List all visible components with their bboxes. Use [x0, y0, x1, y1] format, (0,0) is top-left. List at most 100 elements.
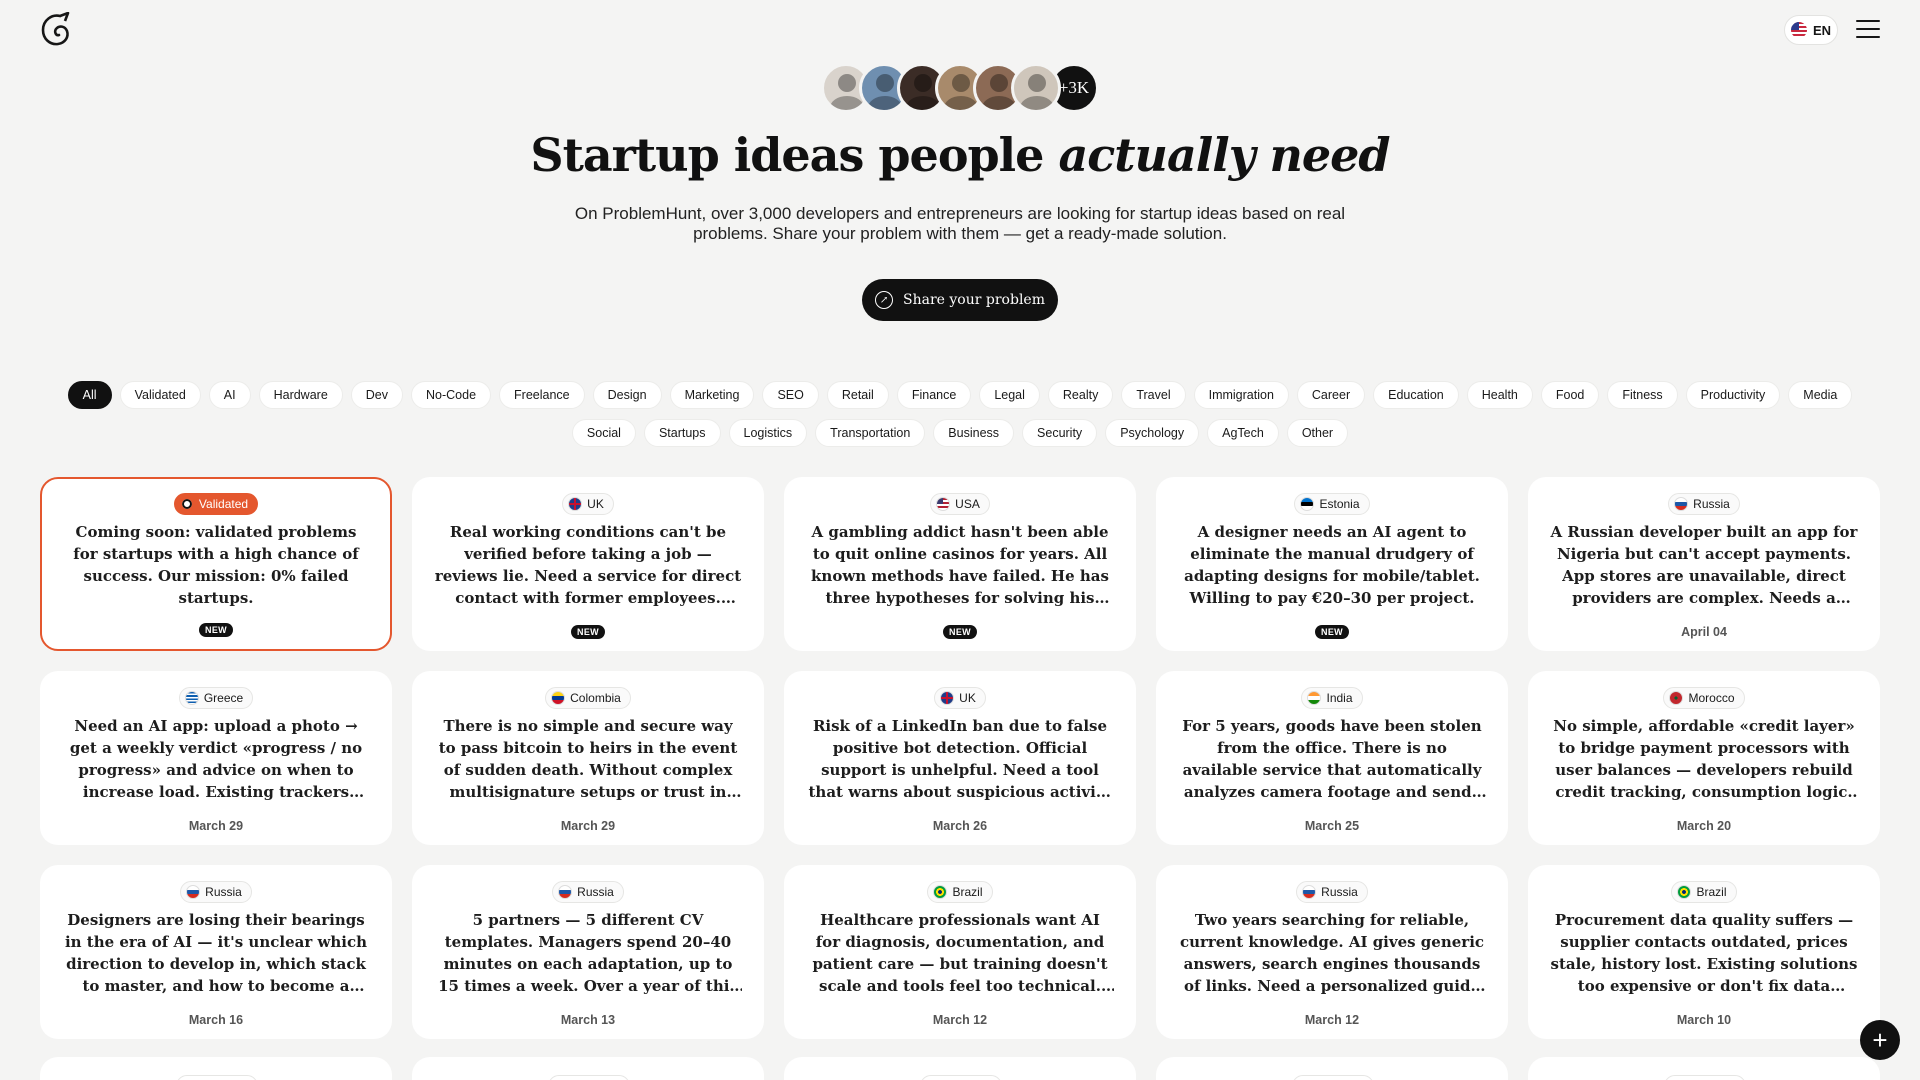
problem-card[interactable]: UK Real working conditions can't be verif… [412, 477, 764, 651]
category-chip-seo[interactable]: SEO [762, 381, 819, 409]
category-chip-travel[interactable]: Travel [1121, 381, 1186, 409]
problem-card[interactable]: Colombia There is no simple and secure wa… [412, 671, 764, 845]
category-chip-immigration[interactable]: Immigration [1193, 381, 1289, 409]
uk-flag-icon [568, 497, 583, 511]
category-chip-health[interactable]: Health [1466, 381, 1533, 409]
category-chip-validated[interactable]: Validated [119, 381, 201, 409]
us-flag-icon [1790, 22, 1807, 38]
country-badge: Colombia [545, 687, 631, 709]
problem-summary: Real working conditions can't be verifie… [434, 523, 742, 607]
category-chip-career[interactable]: Career [1296, 381, 1366, 409]
problem-card[interactable]: Brazil Procurement data quality suffers —… [1528, 865, 1880, 1039]
country-badge: Russia [1296, 881, 1368, 903]
category-chip-finance[interactable]: Finance [896, 381, 972, 409]
category-chip-freelance[interactable]: Freelance [499, 381, 585, 409]
problem-card[interactable]: UK Risk of a LinkedIn ban due to false po… [784, 671, 1136, 845]
uk-flag-icon [940, 691, 955, 705]
problem-card[interactable]: India For 5 years, goods have been stolen… [1156, 671, 1508, 845]
category-chip-all[interactable]: All [67, 381, 112, 409]
category-chip-marketing[interactable]: Marketing [669, 381, 755, 409]
category-chip-ai[interactable]: AI [208, 381, 251, 409]
category-chip-social[interactable]: Social [571, 419, 636, 447]
country-label: Colombia [570, 691, 621, 705]
share-problem-button[interactable]: ↗ Share your problem [862, 279, 1058, 321]
language-label: EN [1812, 22, 1832, 38]
problem-card[interactable]: Brazil Healthcare professionals want AI f… [784, 865, 1136, 1039]
russia-flag-icon [1674, 497, 1689, 511]
language-selector[interactable]: EN [1784, 15, 1838, 45]
logo-icon [179, 497, 194, 511]
problem-card[interactable]: Russia Designers are losing their bearing… [40, 865, 392, 1039]
morocco-flag-icon [1669, 691, 1684, 705]
top-bar: EN [0, 0, 1920, 64]
category-chip-realty[interactable]: Realty [1047, 381, 1114, 409]
category-chip-startups[interactable]: Startups [643, 419, 721, 447]
country-label: Greece [203, 691, 244, 705]
category-chip-legal[interactable]: Legal [979, 381, 1040, 409]
problem-summary: Need an AI app: upload a photo → get a w… [69, 717, 363, 801]
community-avatars: +3K [821, 63, 1099, 113]
problem-summary: Coming soon: validated problems for star… [73, 523, 359, 607]
hamburger-menu-icon[interactable] [1856, 20, 1880, 40]
country-label: Brazil [1696, 885, 1727, 899]
country-badge: Greece [178, 687, 254, 709]
category-chip-fitness[interactable]: Fitness [1607, 381, 1678, 409]
usa-flag-icon [936, 497, 951, 511]
country-badge: Russia [1668, 493, 1740, 515]
problem-card[interactable]: Russia 5 partners — 5 different CV templa… [412, 865, 764, 1039]
category-chip-productivity[interactable]: Productivity [1685, 381, 1781, 409]
country-label: USA [955, 497, 980, 511]
problem-summary: No simple, affordable «credit layer» to … [1553, 717, 1855, 801]
russia-flag-icon [1302, 885, 1317, 899]
country-label: UK [587, 497, 604, 511]
category-chip-media[interactable]: Media [1788, 381, 1853, 409]
problem-card[interactable]: Greece Need an AI app: upload a photo → g… [40, 671, 392, 845]
category-chip-other[interactable]: Other [1286, 419, 1349, 447]
colombia-flag-icon [551, 691, 566, 705]
category-chip-logistics[interactable]: Logistics [728, 419, 808, 447]
problem-card[interactable] [1528, 1057, 1880, 1080]
category-chip-hardware[interactable]: Hardware [258, 381, 343, 409]
russia-flag-icon [558, 885, 573, 899]
problem-summary: Risk of a LinkedIn ban due to false posi… [808, 717, 1112, 801]
problem-card[interactable]: Validated Coming soon: validated problems… [40, 477, 392, 651]
category-chip-business[interactable]: Business [933, 419, 1015, 447]
logo-icon[interactable] [38, 12, 72, 48]
problem-card[interactable]: Russia Two years searching for reliable, … [1156, 865, 1508, 1039]
arrow-up-right-icon: ↗ [875, 291, 894, 309]
category-chip-food[interactable]: Food [1540, 381, 1600, 409]
category-chip-no-code[interactable]: No-Code [411, 381, 492, 409]
category-chip-transportation[interactable]: Transportation [815, 419, 926, 447]
brazil-flag-icon [1677, 885, 1692, 899]
problem-card[interactable]: Morocco No simple, affordable «credit lay… [1528, 671, 1880, 845]
add-problem-button[interactable]: + [1860, 1020, 1900, 1060]
problem-card[interactable]: USA A gambling addict hasn't been able to… [784, 477, 1136, 651]
problem-card[interactable]: Estonia A designer needs an AI agent to e… [1156, 477, 1508, 651]
category-chip-agtech[interactable]: AgTech [1207, 419, 1279, 447]
problem-card[interactable] [412, 1057, 764, 1080]
category-chip-psychology[interactable]: Psychology [1105, 419, 1200, 447]
category-chip-security[interactable]: Security [1022, 419, 1098, 447]
problem-card[interactable] [784, 1057, 1136, 1080]
country-label: Russia [1321, 885, 1358, 899]
category-chip-dev[interactable]: Dev [350, 381, 404, 409]
country-label: UK [959, 691, 976, 705]
category-chip-education[interactable]: Education [1373, 381, 1459, 409]
country-label: Validated [198, 497, 249, 511]
problem-card[interactable] [40, 1057, 392, 1080]
problem-summary: A gambling addict hasn't been able to qu… [811, 523, 1109, 607]
category-chip-design[interactable]: Design [592, 381, 662, 409]
country-label: Morocco [1688, 691, 1735, 705]
problem-card[interactable] [1156, 1057, 1508, 1080]
problem-date: March 12 [932, 1013, 988, 1027]
problem-summary: Procurement data quality suffers — suppl… [1550, 911, 1858, 995]
problem-summary: There is no simple and secure way to pas… [438, 717, 738, 801]
problem-date: March 13 [560, 1013, 616, 1027]
problem-card[interactable]: Russia A Russian developer built an app f… [1528, 477, 1880, 651]
problem-date: March 29 [188, 819, 244, 833]
category-chip-retail[interactable]: Retail [826, 381, 889, 409]
country-badge: Brazil [927, 881, 993, 903]
problem-date: March 26 [932, 819, 988, 833]
country-badge: UK [562, 493, 614, 515]
country-label: Estonia [1319, 497, 1360, 511]
